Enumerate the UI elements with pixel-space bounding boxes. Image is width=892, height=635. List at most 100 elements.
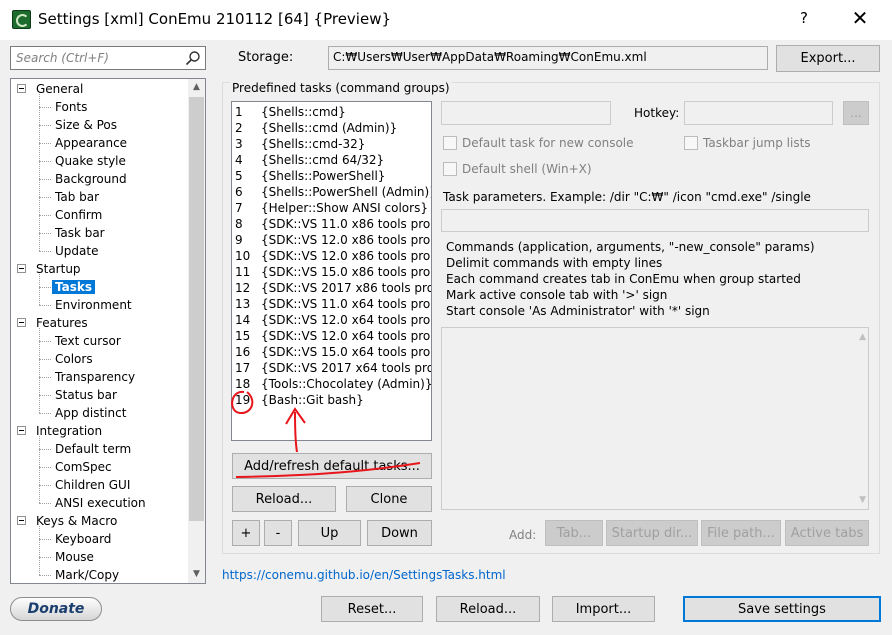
tree-item-app-distinct[interactable]: App distinct xyxy=(55,404,126,422)
tree-group-keys-macro[interactable]: Keys & Macro xyxy=(36,512,117,530)
add-tab-button[interactable]: Tab... xyxy=(545,520,603,546)
settings-search-box[interactable] xyxy=(10,46,206,70)
tree-expander-icon[interactable] xyxy=(17,84,26,93)
add-refresh-default-tasks-button[interactable]: Add/refresh default tasks... xyxy=(232,453,432,479)
tree-connector xyxy=(39,359,51,360)
task-list-item[interactable]: 5 {Shells::PowerShell} xyxy=(235,168,385,184)
tree-item-update[interactable]: Update xyxy=(55,242,98,260)
task-list-item[interactable]: 4 {Shells::cmd 64/32} xyxy=(235,152,384,168)
tree-expander-icon[interactable] xyxy=(17,318,26,327)
task-list-item[interactable]: 2 {Shells::cmd (Admin)} xyxy=(235,120,397,136)
scroll-thumb[interactable] xyxy=(189,97,204,521)
default-shell-checkbox[interactable] xyxy=(443,162,457,176)
task-list-item[interactable]: 10 {SDK::VS 12.0 x86 tools prom xyxy=(235,248,432,264)
tree-item-status-bar[interactable]: Status bar xyxy=(55,386,117,404)
tree-connector xyxy=(39,125,51,126)
textarea-scroll-down-icon[interactable]: ▼ xyxy=(859,495,866,505)
add-task-button[interactable]: + xyxy=(232,520,260,546)
commands-help-line: Delimit commands with empty lines xyxy=(446,256,663,270)
tree-connector xyxy=(39,94,40,251)
reload-settings-button[interactable]: Reload... xyxy=(436,596,540,622)
commands-textarea[interactable]: ▲ ▼ xyxy=(441,327,869,510)
tree-expander-icon[interactable] xyxy=(17,426,26,435)
task-list-item[interactable]: 3 {Shells::cmd-32} xyxy=(235,136,365,152)
task-name: {SDK::VS 12.0 x86 tools prom xyxy=(261,249,432,263)
tree-item-text-cursor[interactable]: Text cursor xyxy=(55,332,121,350)
tree-item-keyboard[interactable]: Keyboard xyxy=(55,530,111,548)
tree-scrollbar[interactable]: ▲ ▼ xyxy=(188,79,205,583)
startup-dir-button[interactable]: Startup dir... xyxy=(606,520,698,546)
hotkey-field[interactable] xyxy=(684,101,833,125)
task-list-item[interactable]: 14 {SDK::VS 12.0 x64 tools prom xyxy=(235,312,431,328)
storage-path-field[interactable]: C:₩Users₩User₩AppData₩Roaming₩ConEmu.xml xyxy=(328,46,768,70)
remove-task-button[interactable]: - xyxy=(264,520,292,546)
task-list-item[interactable]: 8 {SDK::VS 11.0 x86 tools prom xyxy=(235,216,431,232)
help-link[interactable]: https://conemu.github.io/en/SettingsTask… xyxy=(222,568,506,582)
tree-item-colors[interactable]: Colors xyxy=(55,350,93,368)
close-button[interactable]: ✕ xyxy=(848,6,872,30)
tree-item-comspec[interactable]: ComSpec xyxy=(55,458,112,476)
scroll-up-arrow-icon[interactable]: ▲ xyxy=(188,79,205,96)
import-button[interactable]: Import... xyxy=(552,596,655,622)
donate-button[interactable]: Donate xyxy=(10,597,102,621)
reset-button[interactable]: Reset... xyxy=(321,596,423,622)
tree-connector xyxy=(39,341,51,342)
reload-tasks-button[interactable]: Reload... xyxy=(232,486,336,512)
tree-item-mouse[interactable]: Mouse xyxy=(55,548,94,566)
tree-item-environment[interactable]: Environment xyxy=(55,296,132,314)
taskbar-jump-lists-checkbox[interactable] xyxy=(684,136,698,150)
tree-item-confirm[interactable]: Confirm xyxy=(55,206,102,224)
default-task-checkbox[interactable] xyxy=(443,136,457,150)
settings-tree[interactable]: ▲ ▼ General Fonts Size & Pos Appearance Quak… xyxy=(10,78,206,584)
task-list-item[interactable]: 15 {SDK::VS 12.0 x64 tools prom xyxy=(235,328,431,344)
move-up-button[interactable]: Up xyxy=(298,520,361,546)
save-settings-button[interactable]: Save settings xyxy=(683,596,881,622)
tree-group-features[interactable]: Features xyxy=(36,314,88,332)
clone-task-button[interactable]: Clone xyxy=(346,486,432,512)
tree-item-fonts[interactable]: Fonts xyxy=(55,98,87,116)
task-list-item[interactable]: 18 {Tools::Chocolatey (Admin)} xyxy=(235,376,431,392)
tree-expander-icon[interactable] xyxy=(17,516,26,525)
task-name-field[interactable] xyxy=(441,101,611,125)
tree-item-ansi-execution[interactable]: ANSI execution xyxy=(55,494,146,512)
task-list-item[interactable]: 1 {Shells::cmd} xyxy=(235,104,346,120)
tree-item-quake-style[interactable]: Quake style xyxy=(55,152,126,170)
task-list-item[interactable]: 6 {Shells::PowerShell (Admin)} xyxy=(235,184,431,200)
hotkey-choose-button[interactable]: ... xyxy=(843,101,869,125)
tree-item-tab-bar[interactable]: Tab bar xyxy=(55,188,99,206)
scroll-down-arrow-icon[interactable]: ▼ xyxy=(188,566,205,583)
tree-item-mark-copy[interactable]: Mark/Copy xyxy=(55,566,119,583)
task-list[interactable]: 1 {Shells::cmd} 2 {Shells::cmd (Admin)} 3 {Sh… xyxy=(231,101,432,441)
export-button[interactable]: Export... xyxy=(776,45,880,72)
task-list-item[interactable]: 16 {SDK::VS 15.0 x64 tools prom xyxy=(235,344,431,360)
textarea-scroll-up-icon[interactable]: ▲ xyxy=(859,332,866,342)
tree-item-label: App distinct xyxy=(55,406,127,420)
tree-item-tasks[interactable]: Tasks xyxy=(52,278,96,296)
active-tabs-button[interactable]: Active tabs xyxy=(785,520,869,546)
tree-group-integration[interactable]: Integration xyxy=(36,422,102,440)
tree-item-size-pos[interactable]: Size & Pos xyxy=(55,116,117,134)
task-parameters-field[interactable] xyxy=(441,209,869,232)
task-list-item[interactable]: 7 {Helper::Show ANSI colors} xyxy=(235,200,428,216)
tree-item-appearance[interactable]: Appearance xyxy=(55,134,127,152)
tree-item-children-gui[interactable]: Children GUI xyxy=(55,476,130,494)
tree-item-background[interactable]: Background xyxy=(55,170,127,188)
task-list-item[interactable]: 13 {SDK::VS 11.0 x64 tools prom xyxy=(235,296,431,312)
tree-item-transparency[interactable]: Transparency xyxy=(55,368,135,386)
search-input[interactable] xyxy=(14,49,179,67)
search-icon[interactable] xyxy=(185,50,201,66)
tree-expander-icon[interactable] xyxy=(17,264,26,273)
task-list-item[interactable]: 9 {SDK::VS 12.0 x86 tools prom xyxy=(235,232,431,248)
move-down-button[interactable]: Down xyxy=(367,520,432,546)
task-name: {Shells::cmd-32} xyxy=(261,137,366,151)
tree-group-general[interactable]: General xyxy=(36,80,83,98)
tree-item-default-term[interactable]: Default term xyxy=(55,440,131,458)
help-button[interactable]: ? xyxy=(796,9,812,27)
task-list-item[interactable]: 11 {SDK::VS 15.0 x86 tools prom xyxy=(235,264,431,280)
tree-item-task-bar[interactable]: Task bar xyxy=(55,224,105,242)
tree-group-startup[interactable]: Startup xyxy=(36,260,81,278)
task-list-item[interactable]: 12 {SDK::VS 2017 x86 tools prom xyxy=(235,280,431,296)
task-list-item[interactable]: 19 {Bash::Git bash} xyxy=(235,392,364,408)
file-path-button[interactable]: File path... xyxy=(701,520,781,546)
task-list-item[interactable]: 17 {SDK::VS 2017 x64 tools pror xyxy=(235,360,431,376)
